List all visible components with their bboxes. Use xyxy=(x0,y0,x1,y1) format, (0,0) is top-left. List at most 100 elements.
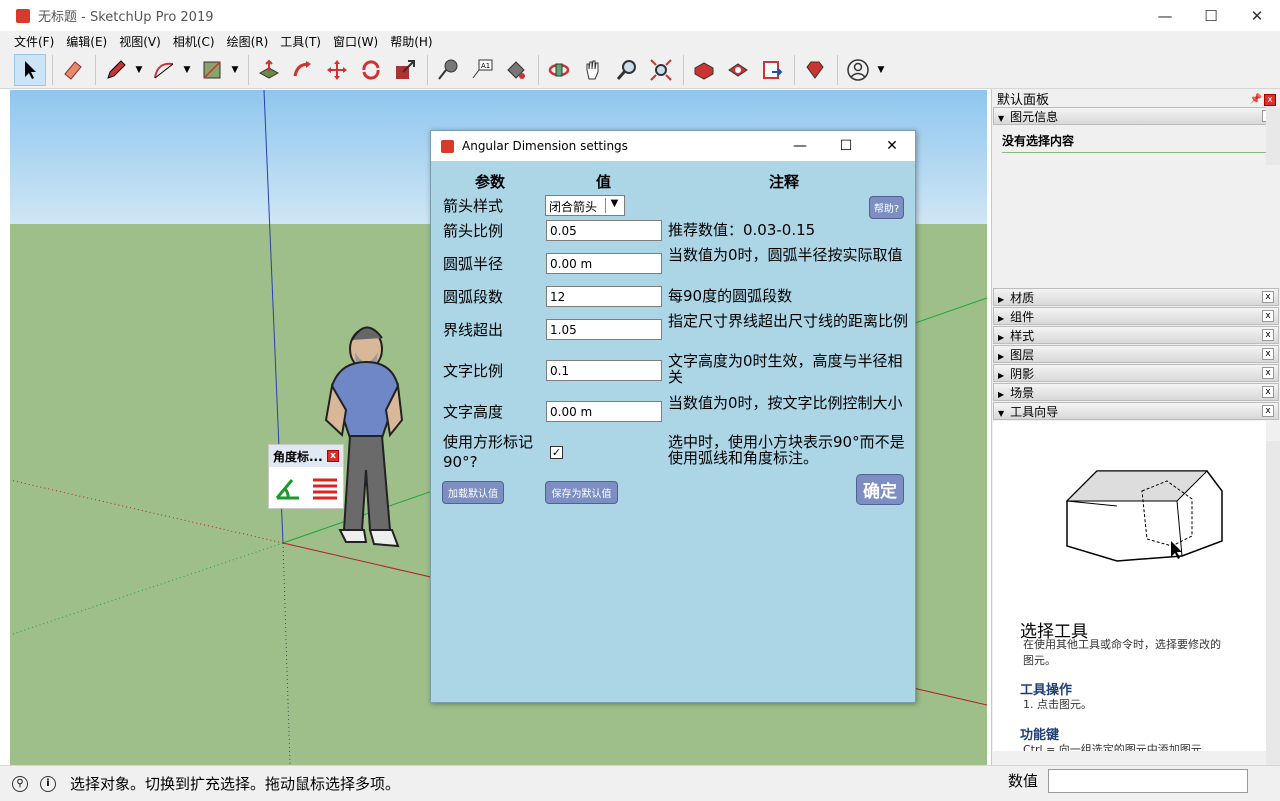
rectangle-icon xyxy=(203,60,221,79)
pencil-tool-button[interactable] xyxy=(100,54,132,86)
select-arrow-icon xyxy=(25,60,36,79)
menu-help[interactable]: 帮助(H) xyxy=(384,33,438,50)
instructor-close-button[interactable]: x xyxy=(1262,405,1274,417)
instructor-header[interactable]: ▼ 工具向导 x xyxy=(993,402,1279,420)
measurements-label: 数值 xyxy=(1008,772,1039,790)
load-default-button[interactable]: 加载默认值 xyxy=(442,481,504,504)
rectangle-tool-button[interactable] xyxy=(196,54,228,86)
rotate-tool-button[interactable] xyxy=(355,54,387,86)
follow-me-tool-button[interactable] xyxy=(287,54,319,86)
collapsed-arrow-icon: ▶ xyxy=(998,294,1005,304)
measurements-input[interactable] xyxy=(1048,769,1248,793)
menu-draw[interactable]: 绘图(R) xyxy=(221,33,275,50)
account-button[interactable] xyxy=(842,54,874,86)
help-button[interactable]: 帮助? xyxy=(869,196,904,219)
send-to-layout-tool-button[interactable] xyxy=(756,54,788,86)
text-scale-input[interactable]: 0.1 xyxy=(546,360,662,381)
ruby-tool-button[interactable] xyxy=(799,54,831,86)
close-button[interactable]: ✕ xyxy=(1234,0,1280,31)
layers-close-button[interactable]: x xyxy=(1262,348,1274,360)
orbit-tool-button[interactable] xyxy=(543,54,575,86)
square-mark-checkbox[interactable]: ✓ xyxy=(550,446,563,459)
scale-tool-button[interactable] xyxy=(389,54,421,86)
menu-tools[interactable]: 工具(T) xyxy=(274,33,327,50)
styles-header[interactable]: ▶ 样式 x xyxy=(993,326,1279,344)
arrow-scale-input[interactable]: 0.05 xyxy=(546,220,662,241)
square-mark-note: 选中时，使用小方块表示90°而不是使用弧线和角度标注。 xyxy=(668,433,905,467)
entity-info-header[interactable]: ▼图元信息 x xyxy=(993,107,1279,125)
push-pull-tool-button[interactable] xyxy=(253,54,285,86)
mini-toolbar-close-button[interactable]: x xyxy=(327,450,339,462)
save-default-button[interactable]: 保存为默认值 xyxy=(545,481,618,504)
styles-close-button[interactable]: x xyxy=(1262,329,1274,341)
user-account-icon xyxy=(847,58,869,81)
arc-segments-input[interactable]: 12 xyxy=(546,286,662,307)
ruby-gem-icon xyxy=(806,61,824,79)
chevron-down-icon: ▼ xyxy=(605,198,621,213)
minimize-button[interactable]: — xyxy=(1142,0,1188,31)
warehouse-tool-button[interactable] xyxy=(688,54,720,86)
arrow-style-value: 闭合箭头 xyxy=(549,200,598,214)
status-text: 选择对象。切换到扩充选择。拖动鼠标选择多项。 xyxy=(70,775,401,793)
maximize-button[interactable]: ☐ xyxy=(1188,0,1234,31)
text-label-icon: A1 xyxy=(472,59,493,78)
geo-location-icon[interactable]: ⚲ xyxy=(12,775,28,792)
arc-dropdown[interactable]: ▼ xyxy=(182,54,192,86)
arc-tool-button[interactable] xyxy=(148,54,180,86)
shadows-close-button[interactable]: x xyxy=(1262,367,1274,379)
arrow-style-select[interactable]: 闭合箭头 ▼ xyxy=(545,195,625,216)
select-tool-button[interactable] xyxy=(14,53,46,86)
scenes-header[interactable]: ▶ 场景 x xyxy=(993,383,1279,401)
text-height-note: 当数值为0时，按文字比例控制大小 xyxy=(668,394,903,412)
info-icon[interactable]: i xyxy=(40,775,56,792)
orbit-icon xyxy=(548,63,570,76)
column-header-value: 值 xyxy=(596,173,612,191)
select-tool-illustration xyxy=(1065,470,1223,562)
menu-camera[interactable]: 相机(C) xyxy=(167,33,221,50)
layers-header[interactable]: ▶ 图层 x xyxy=(993,345,1279,363)
angular-dimension-icon[interactable] xyxy=(274,474,302,502)
extension-input[interactable]: 1.05 xyxy=(546,319,662,340)
dialog-minimize-button[interactable]: — xyxy=(777,131,823,161)
components-close-button[interactable]: x xyxy=(1262,310,1274,322)
entity-info-body: 没有选择内容 xyxy=(992,126,1280,288)
pin-icon[interactable]: 📌 xyxy=(1250,94,1262,105)
materials-close-button[interactable]: x xyxy=(1262,291,1274,303)
shadows-header[interactable]: ▶ 阴影 x xyxy=(993,364,1279,382)
account-dropdown[interactable]: ▼ xyxy=(876,54,886,86)
entity-scrollbar[interactable] xyxy=(1266,107,1280,165)
instructor-scrollbar[interactable] xyxy=(1266,441,1280,765)
tray-close-button[interactable]: x xyxy=(1264,93,1276,106)
rectangle-dropdown[interactable]: ▼ xyxy=(230,54,240,86)
dialog-maximize-button[interactable]: ☐ xyxy=(823,131,869,161)
scenes-close-button[interactable]: x xyxy=(1262,386,1274,398)
zoom-extents-tool-button[interactable] xyxy=(645,54,677,86)
ok-button[interactable]: 确定 xyxy=(856,474,904,505)
menu-edit[interactable]: 编辑(E) xyxy=(60,33,113,50)
column-header-param: 参数 xyxy=(475,173,506,191)
paint-bucket-tool-button[interactable] xyxy=(500,54,532,86)
status-bar: ⚲ i 选择对象。切换到扩充选择。拖动鼠标选择多项。 数值 xyxy=(0,765,1280,801)
collapsed-arrow-icon: ▶ xyxy=(998,389,1005,399)
move-tool-button[interactable] xyxy=(321,54,353,86)
menu-view[interactable]: 视图(V) xyxy=(113,33,167,50)
pencil-dropdown[interactable]: ▼ xyxy=(134,54,144,86)
settings-list-icon[interactable] xyxy=(311,476,339,500)
dialog-close-button[interactable]: ✕ xyxy=(869,131,915,161)
text-height-input[interactable]: 0.00 m xyxy=(546,401,662,422)
pan-tool-button[interactable] xyxy=(577,54,609,86)
components-header[interactable]: ▶ 组件 x xyxy=(993,307,1279,325)
zoom-extents-icon xyxy=(650,58,672,81)
menu-window[interactable]: 窗口(W) xyxy=(327,33,384,50)
expanded-arrow-icon: ▼ xyxy=(998,113,1005,123)
tape-measure-tool-button[interactable] xyxy=(432,54,464,86)
arc-radius-input[interactable]: 0.00 m xyxy=(546,253,662,274)
title-bar: 无标题 - SketchUp Pro 2019 — ☐ ✕ xyxy=(0,0,1280,31)
eraser-tool-button[interactable] xyxy=(57,54,89,86)
zoom-tool-button[interactable] xyxy=(611,54,643,86)
dialog-title-bar: Angular Dimension settings — ☐ ✕ xyxy=(431,131,915,161)
text-tool-button[interactable]: A1 xyxy=(466,54,498,86)
materials-header[interactable]: ▶ 材质 x xyxy=(993,288,1279,306)
extension-warehouse-tool-button[interactable] xyxy=(722,54,754,86)
menu-file[interactable]: 文件(F) xyxy=(8,33,60,50)
